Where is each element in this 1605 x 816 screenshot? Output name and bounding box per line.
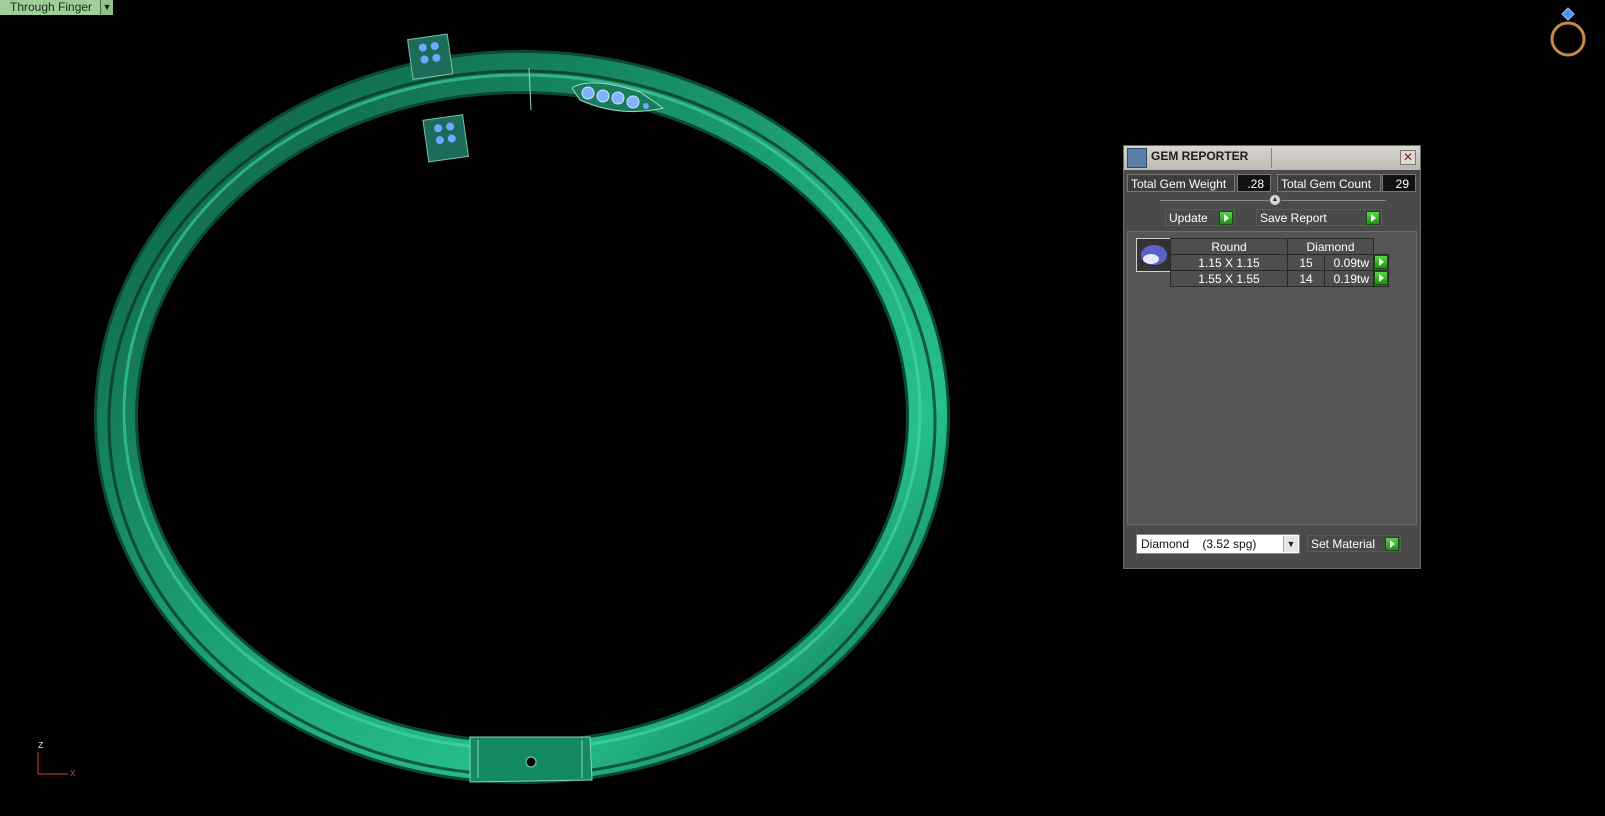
material-select-value: Diamond (3.52 spg): [1141, 537, 1257, 551]
shape-header: Round: [1170, 238, 1288, 255]
total-weight-label: Total Gem Weight: [1127, 174, 1235, 192]
total-count-value: 29: [1382, 174, 1416, 192]
material-header: Diamond: [1287, 238, 1374, 255]
save-report-button[interactable]: Save Report: [1256, 209, 1382, 226]
header-spacer: [1374, 239, 1389, 255]
play-arrow-icon: [1366, 211, 1380, 225]
close-icon[interactable]: ✕: [1400, 150, 1416, 165]
total-weight-value: .28: [1237, 174, 1271, 192]
gem-round-icon[interactable]: [1136, 238, 1172, 272]
titlebar-divider: [1271, 148, 1272, 168]
axis-x-label: X: [70, 769, 76, 779]
axis-z-label: Z: [38, 741, 44, 751]
view-mode-dropdown[interactable]: Through Finger ▼: [0, 0, 114, 15]
gem-size: 1.15 X 1.15: [1170, 254, 1288, 271]
chevron-down-icon[interactable]: ▼: [101, 0, 114, 15]
gem-reporter-panel: GEM REPORTER ✕ Total Gem Weight .28 Tota…: [1123, 145, 1421, 569]
table-row[interactable]: 1.55 X 1.55 14 0.19tw: [1170, 270, 1389, 287]
set-material-label: Set Material: [1311, 537, 1376, 551]
save-report-label: Save Report: [1260, 211, 1327, 225]
ring-icon[interactable]: [1546, 6, 1590, 60]
chevron-down-icon[interactable]: ▼: [1283, 536, 1298, 552]
play-arrow-icon: [1219, 211, 1233, 225]
set-material-button[interactable]: Set Material: [1307, 535, 1401, 552]
gem-table: Round Diamond 1.15 X 1.15 15 0.09tw 1.55…: [1170, 238, 1389, 287]
axis-indicator: Z X: [30, 741, 80, 782]
gem-table-header: Round Diamond: [1170, 238, 1389, 255]
gem-count: 14: [1287, 270, 1325, 287]
update-label: Update: [1169, 211, 1208, 225]
gem-weight: 0.19tw: [1324, 270, 1374, 287]
material-select[interactable]: Diamond (3.52 spg) ▼: [1136, 534, 1300, 554]
table-row[interactable]: 1.15 X 1.15 15 0.09tw: [1170, 254, 1389, 271]
panel-title: GEM REPORTER: [1151, 149, 1249, 163]
update-button[interactable]: Update: [1165, 209, 1235, 226]
play-arrow-icon: [1374, 271, 1388, 285]
play-arrow-icon: [1374, 255, 1388, 269]
total-count-label: Total Gem Count: [1277, 174, 1381, 192]
view-mode-label: Through Finger: [0, 0, 102, 15]
gem-list: Round Diamond 1.15 X 1.15 15 0.09tw 1.55…: [1127, 231, 1417, 525]
select-row-button[interactable]: [1373, 254, 1389, 271]
clasp[interactable]: [469, 736, 593, 783]
gem-count: 15: [1287, 254, 1325, 271]
gem-reporter-icon: [1127, 148, 1147, 168]
splitter-handle[interactable]: ▲: [1269, 194, 1281, 206]
gem-weight: 0.09tw: [1324, 254, 1374, 271]
gem-reporter-titlebar[interactable]: GEM REPORTER ✕: [1124, 146, 1420, 170]
select-row-button[interactable]: [1373, 270, 1389, 287]
play-arrow-icon: [1385, 537, 1399, 551]
gem-size: 1.55 X 1.55: [1170, 270, 1288, 287]
